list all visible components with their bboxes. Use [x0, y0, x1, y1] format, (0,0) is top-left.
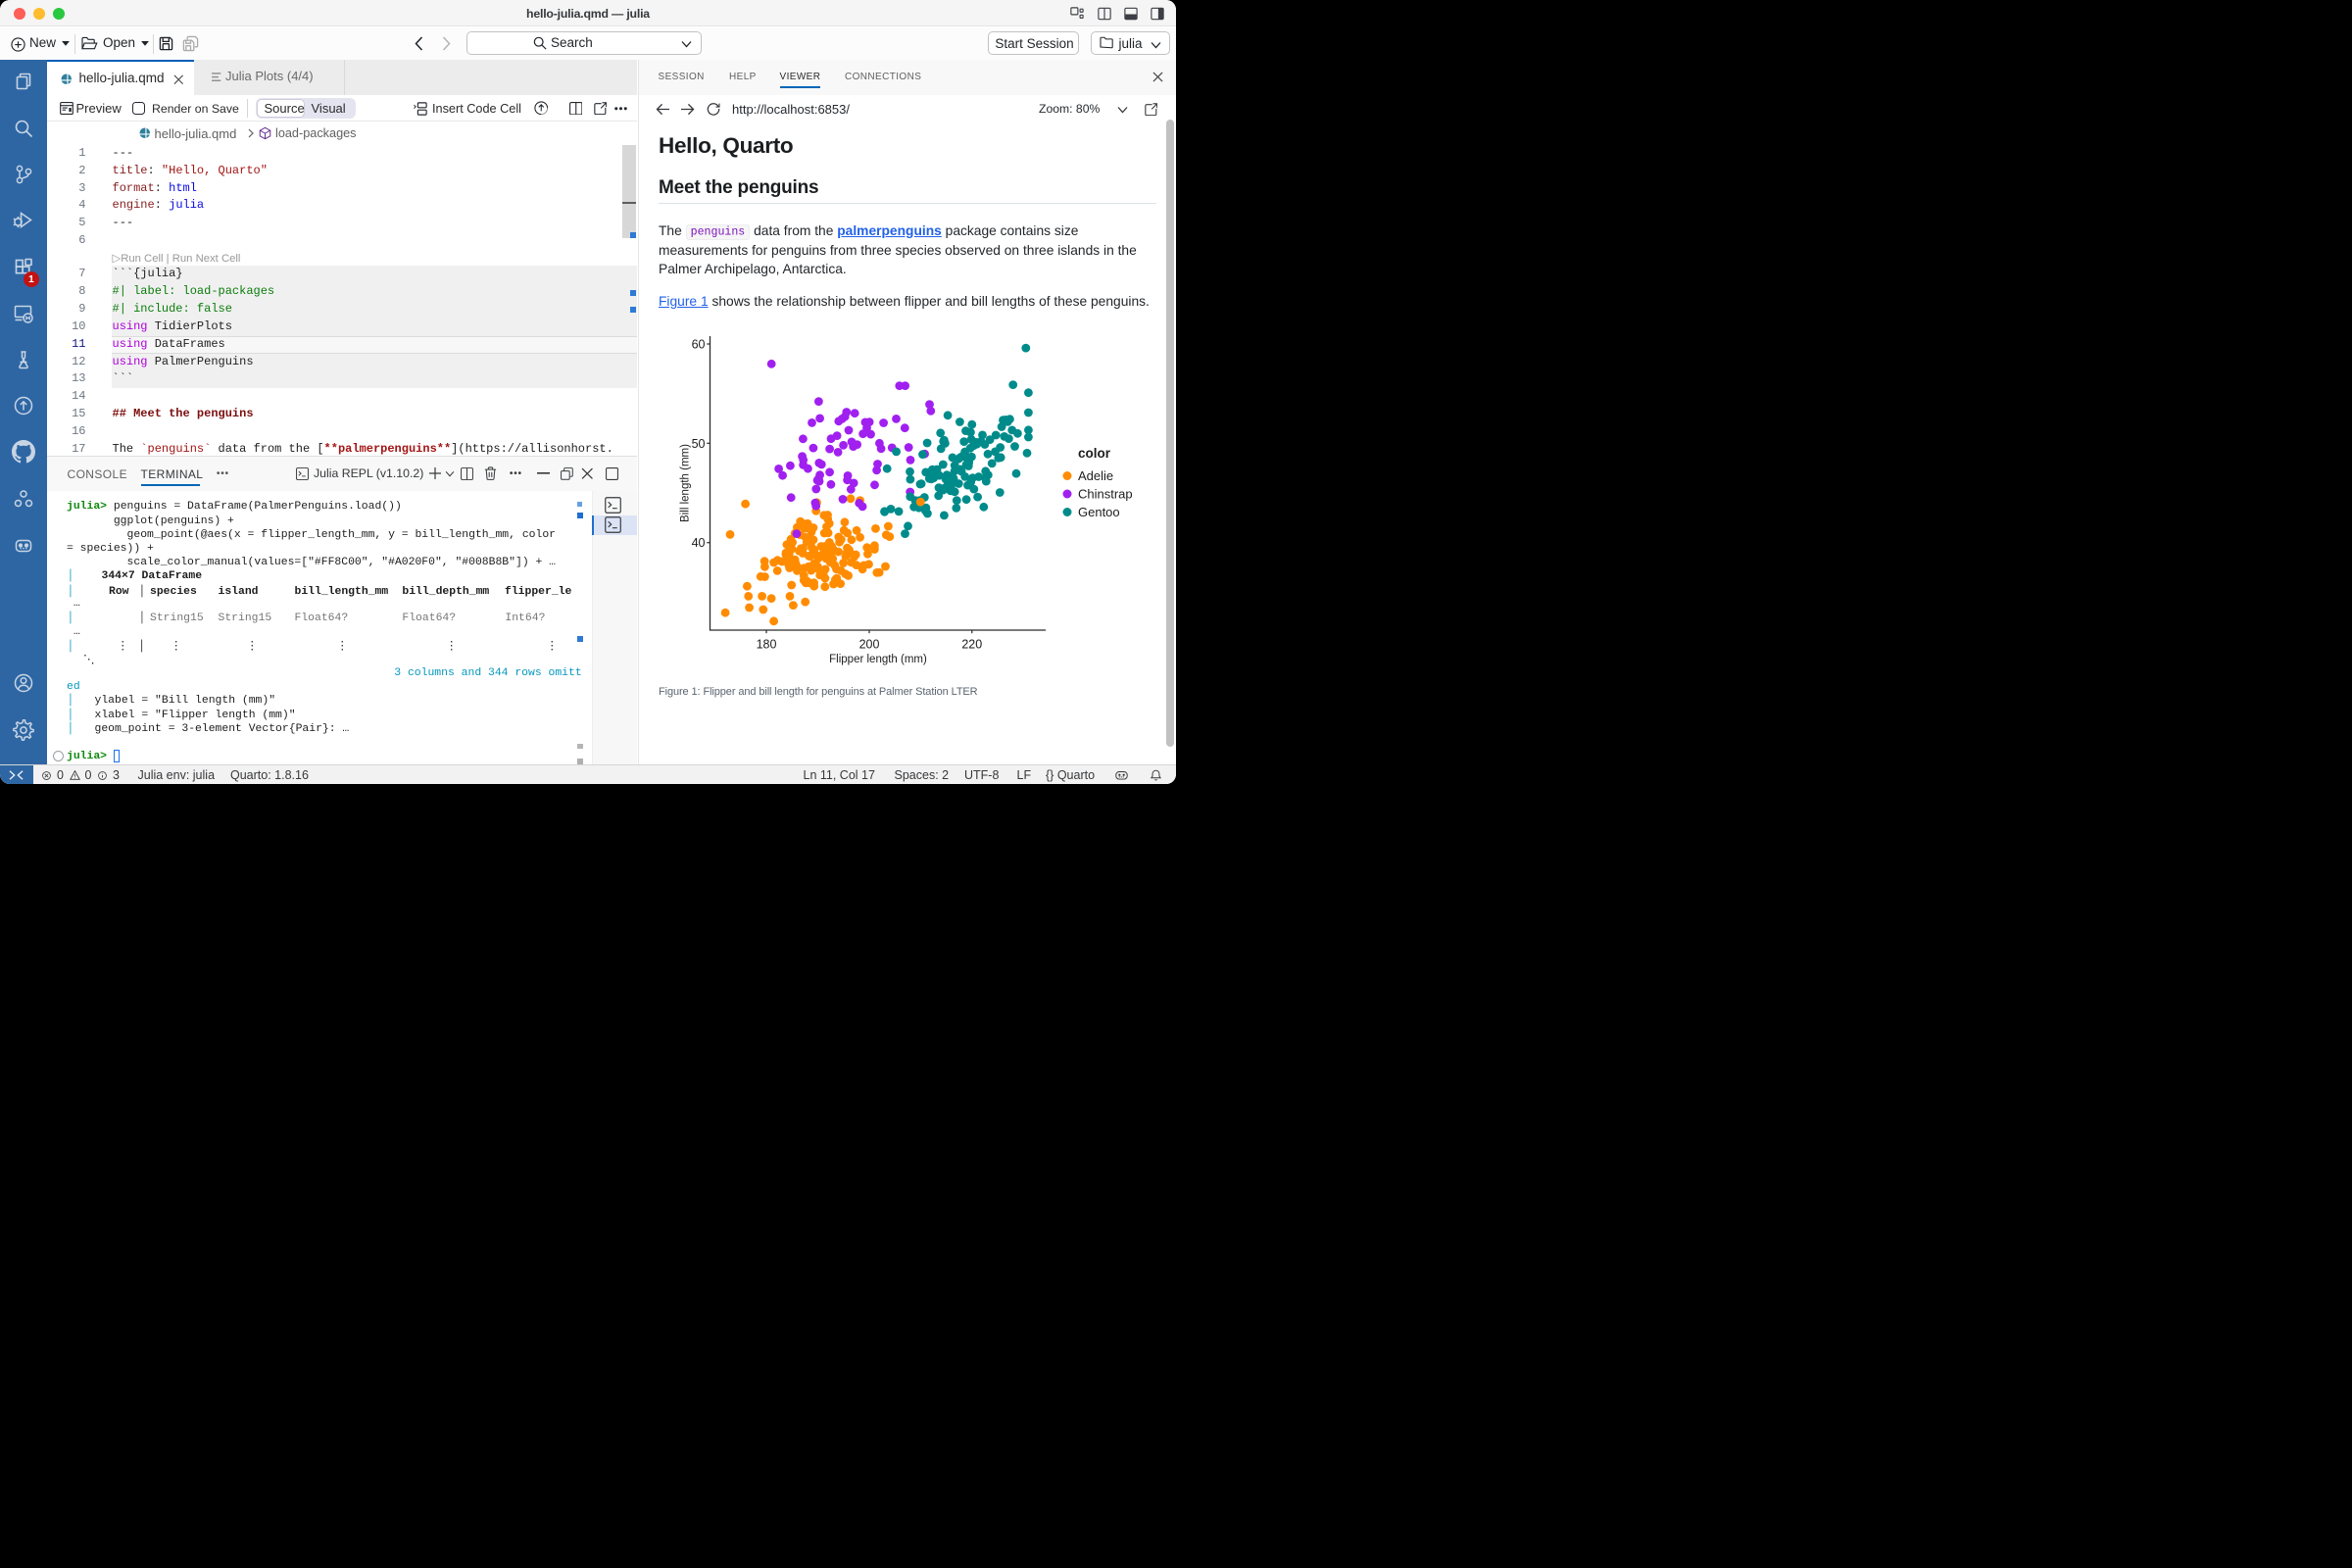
svg-text:color: color	[1078, 446, 1111, 461]
svg-text:220: 220	[961, 637, 982, 651]
svg-text:180: 180	[757, 637, 777, 651]
svg-text:Bill length (mm): Bill length (mm)	[680, 443, 692, 521]
svg-text:Adelie: Adelie	[1078, 468, 1113, 483]
svg-text:Flipper length (mm): Flipper length (mm)	[829, 654, 927, 665]
svg-text:Chinstrap: Chinstrap	[1078, 486, 1133, 501]
svg-text:40: 40	[692, 536, 706, 550]
svg-text:50: 50	[692, 436, 706, 450]
svg-text:60: 60	[692, 337, 706, 351]
svg-text:200: 200	[859, 637, 880, 651]
svg-text:Gentoo: Gentoo	[1078, 505, 1120, 519]
